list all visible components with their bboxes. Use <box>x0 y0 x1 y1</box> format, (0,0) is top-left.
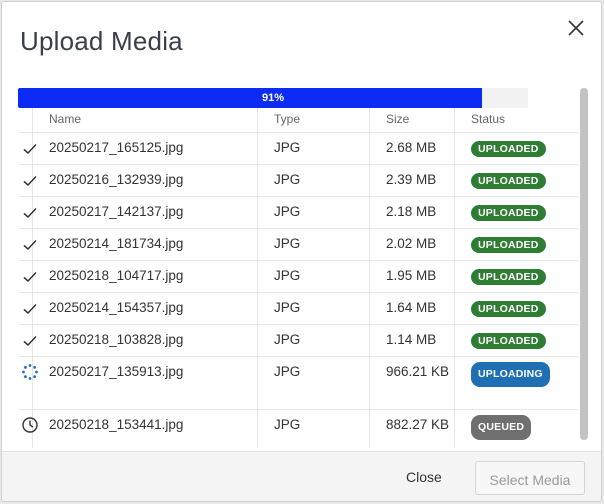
status-cell: UPLOADED <box>454 164 578 197</box>
header-size: Size <box>369 106 455 133</box>
row-status-icon-cell <box>18 292 37 325</box>
header-name: Name <box>32 106 258 133</box>
row-status-icon-cell <box>18 324 37 357</box>
file-list-container: Name Type Size Status 20250217_165125.jp… <box>18 88 590 448</box>
checkmark-icon <box>21 300 37 318</box>
dialog-title: Upload Media <box>20 26 183 56</box>
status-cell: UPLOADED <box>454 228 578 261</box>
scrollbar[interactable] <box>580 88 588 440</box>
spinner-icon <box>21 363 38 381</box>
status-badge: UPLOADED <box>471 141 546 157</box>
status-badge: UPLOADED <box>471 173 546 189</box>
checkmark-icon <box>21 268 37 286</box>
row-status-icon-cell <box>18 409 38 448</box>
file-name: 20250214_154357.jpg <box>32 292 258 325</box>
table-row: 20250214_154357.jpg JPG 1.64 MB UPLOADED <box>18 292 578 325</box>
table-header-row: Name Type Size Status <box>18 106 578 133</box>
table-row: 20250217_165125.jpg JPG 2.68 MB UPLOADED <box>18 132 578 165</box>
header-icon-column <box>18 106 33 133</box>
row-status-icon-cell <box>18 228 37 261</box>
header-type: Type <box>257 106 370 133</box>
checkmark-icon <box>21 140 37 158</box>
table-row: 20250217_135913.jpg JPG 966.21 KB UPLOADING <box>18 356 578 410</box>
table-row: 20250216_132939.jpg JPG 2.39 MB UPLOADED <box>18 164 578 197</box>
status-badge: UPLOADED <box>471 269 546 285</box>
progress-label: 91% <box>261 92 285 104</box>
file-type: JPG <box>257 409 370 448</box>
status-badge: UPLOADED <box>471 333 546 349</box>
checkmark-icon <box>21 172 37 190</box>
table-row: 20250217_142137.jpg JPG 2.18 MB UPLOADED <box>18 196 578 229</box>
file-table: Name Type Size Status 20250217_165125.jp… <box>18 106 578 448</box>
file-name: 20250217_165125.jpg <box>32 132 258 165</box>
status-cell: UPLOADED <box>454 196 578 229</box>
dialog-footer: Close Select Media <box>2 451 601 501</box>
file-type: JPG <box>257 132 370 165</box>
file-size: 2.18 MB <box>369 196 455 229</box>
table-row: 20250218_104717.jpg JPG 1.95 MB UPLOADED <box>18 260 578 293</box>
file-type: JPG <box>257 196 370 229</box>
status-badge: UPLOADED <box>471 301 546 317</box>
file-size: 2.39 MB <box>369 164 455 197</box>
file-name: 20250214_181734.jpg <box>32 228 258 261</box>
row-status-icon-cell <box>18 356 38 410</box>
file-type: JPG <box>257 356 370 410</box>
table-row: 20250214_181734.jpg JPG 2.02 MB UPLOADED <box>18 228 578 261</box>
file-size: 1.14 MB <box>369 324 455 357</box>
status-badge: QUEUED <box>471 415 532 440</box>
table-row: 20250218_103828.jpg JPG 1.14 MB UPLOADED <box>18 324 578 357</box>
row-status-icon-cell <box>18 132 37 165</box>
checkmark-icon <box>21 332 37 350</box>
file-size: 966.21 KB <box>369 356 455 410</box>
upload-media-dialog: Upload Media Name Type Size Status 20250… <box>1 1 602 502</box>
table-row: 20250218_153441.jpg JPG 882.27 KB QUEUED <box>18 409 578 448</box>
file-name: 20250218_103828.jpg <box>32 324 258 357</box>
select-media-button[interactable]: Select Media <box>475 461 585 495</box>
file-name: 20250217_142137.jpg <box>32 196 258 229</box>
file-size: 2.68 MB <box>369 132 455 165</box>
status-cell: UPLOADED <box>454 260 578 293</box>
checkmark-icon <box>21 204 37 222</box>
header-status: Status <box>454 106 578 133</box>
file-type: JPG <box>257 164 370 197</box>
row-status-icon-cell <box>18 260 37 293</box>
file-size: 882.27 KB <box>369 409 455 448</box>
status-cell: UPLOADED <box>454 132 578 165</box>
status-badge: UPLOADING <box>471 362 550 387</box>
clock-icon <box>21 416 38 434</box>
row-status-icon-cell <box>18 164 37 197</box>
file-size: 2.02 MB <box>369 228 455 261</box>
file-size: 1.95 MB <box>369 260 455 293</box>
status-badge: UPLOADED <box>471 237 546 253</box>
status-cell: UPLOADED <box>454 292 578 325</box>
file-type: JPG <box>257 292 370 325</box>
close-button[interactable]: Close <box>406 469 442 485</box>
file-name: 20250217_135913.jpg <box>32 356 258 410</box>
file-type: JPG <box>257 260 370 293</box>
close-icon[interactable] <box>562 14 590 42</box>
file-type: JPG <box>257 228 370 261</box>
status-cell: UPLOADING <box>454 356 578 410</box>
file-name: 20250218_153441.jpg <box>32 409 258 448</box>
status-cell: QUEUED <box>454 409 578 448</box>
file-name: 20250218_104717.jpg <box>32 260 258 293</box>
file-size: 1.64 MB <box>369 292 455 325</box>
status-badge: UPLOADED <box>471 205 546 221</box>
file-name: 20250216_132939.jpg <box>32 164 258 197</box>
upload-progress-bar: 91% <box>18 88 528 108</box>
row-status-icon-cell <box>18 196 37 229</box>
status-cell: UPLOADED <box>454 324 578 357</box>
file-type: JPG <box>257 324 370 357</box>
checkmark-icon <box>21 236 37 254</box>
